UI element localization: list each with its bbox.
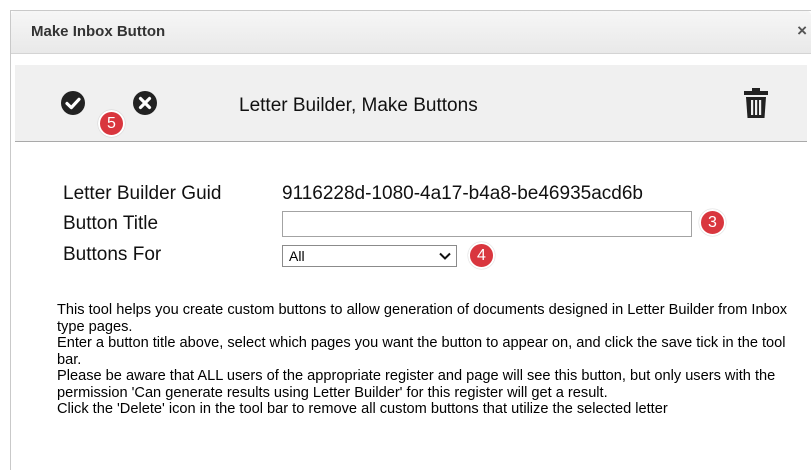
x-circle-icon[interactable] [133,91,157,115]
help-paragraph: Please be aware that ALL users of the ap… [57,368,776,401]
close-icon[interactable]: × [797,21,807,41]
guid-label: Letter Builder Guid [63,183,222,204]
toolbar: 5 Letter Builder, Make Buttons [15,65,807,142]
help-text: This tool helps you create custom button… [57,302,802,418]
buttons-for-label: Buttons For [63,244,162,265]
help-paragraph: This tool helps you create custom button… [57,302,788,335]
chevron-down-icon [439,252,451,260]
buttons-for-select[interactable]: All [282,245,457,267]
step-badge-3: 3 [699,209,726,236]
button-title-label: Button Title [63,213,159,234]
help-paragraph: Click the 'Delete' icon in the tool bar … [57,401,668,417]
make-inbox-button-dialog: Make Inbox Button × 5 Letter Builder, Ma… [10,10,811,470]
step-badge-5: 5 [98,110,125,137]
buttons-for-value: All [289,248,305,264]
step-badge-4: 4 [468,242,495,269]
guid-value: 9116228d-1080-4a17-b4a8-be46935acd6b [282,183,643,204]
toolbar-title: Letter Builder, Make Buttons [239,95,478,116]
trash-icon[interactable] [743,88,769,118]
button-title-input[interactable] [282,211,692,237]
check-circle-icon[interactable] [61,91,85,115]
dialog-title: Make Inbox Button [31,23,166,40]
dialog-titlebar[interactable]: Make Inbox Button × [11,11,811,54]
help-paragraph: Enter a button title above, select which… [57,335,786,368]
